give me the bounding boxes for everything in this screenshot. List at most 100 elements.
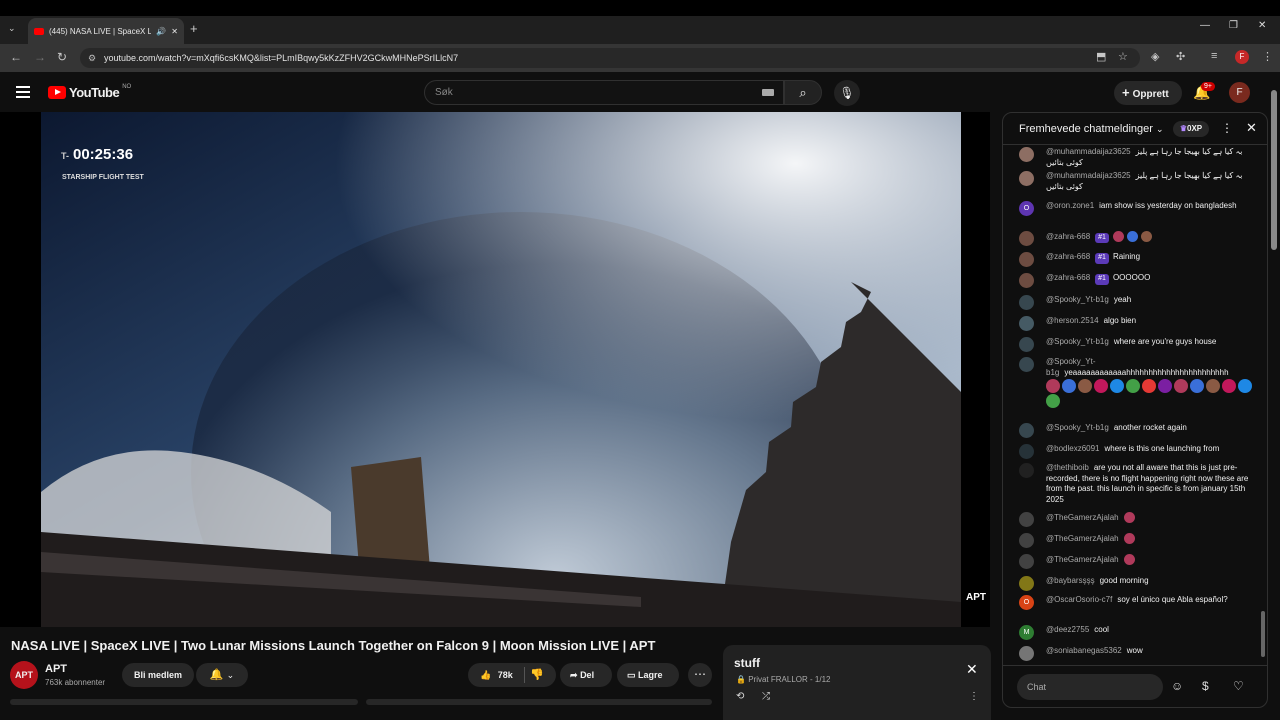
chat-author-name[interactable]: @TheGamerzAjalah: [1046, 534, 1119, 543]
chat-author-name[interactable]: @muhammadaijaz3625: [1046, 171, 1131, 180]
chat-author-avatar[interactable]: [1019, 337, 1034, 352]
save-button[interactable]: ▭ Lagre: [617, 663, 679, 687]
site-info-icon[interactable]: ⚙: [88, 48, 96, 68]
create-button[interactable]: + Opprett: [1114, 81, 1182, 105]
chat-author-avatar[interactable]: [1019, 533, 1034, 548]
audio-icon[interactable]: 🔊: [156, 27, 166, 36]
bookmark-star-icon[interactable]: ☆: [1118, 50, 1128, 63]
chat-author-avatar[interactable]: [1019, 512, 1034, 527]
chat-author-avatar[interactable]: [1019, 171, 1034, 186]
chat-header: Fremhevede chatmeldinger ⌄ ♛0XP ⋮ ✕: [1003, 113, 1267, 145]
more-actions-button[interactable]: ⋯: [688, 663, 712, 687]
youtube-logo[interactable]: YouTube NO: [48, 84, 131, 100]
chat-author-name[interactable]: @zahra-668: [1046, 273, 1090, 282]
chat-author-avatar[interactable]: [1019, 316, 1034, 331]
reload-icon[interactable]: ↻: [57, 50, 67, 64]
chat-author-avatar[interactable]: [1019, 423, 1034, 438]
new-tab-button[interactable]: +: [190, 21, 198, 36]
url-field[interactable]: ⚙ youtube.com/watch?v=mXqfi6csKMQ&list=P…: [80, 48, 1140, 68]
chat-author-avatar[interactable]: [1019, 147, 1034, 162]
member-rank-badge: #1: [1095, 232, 1109, 244]
chat-author-avatar[interactable]: [1019, 231, 1034, 246]
heart-icon[interactable]: ♡: [1233, 679, 1244, 693]
video-frame: [41, 112, 961, 627]
chat-author-name[interactable]: @oron.zone1: [1046, 201, 1094, 210]
page-scroll-thumb[interactable]: [1271, 90, 1277, 250]
puzzle-icon[interactable]: ✣: [1176, 50, 1185, 63]
chat-author-name[interactable]: @baybarsşşş: [1046, 576, 1095, 585]
shuffle-icon[interactable]: ⤮: [762, 691, 770, 702]
chat-author-name[interactable]: @OscarOsorio-c7f: [1046, 595, 1112, 604]
xp-badge[interactable]: ♛0XP: [1173, 121, 1209, 137]
chat-author-avatar[interactable]: M: [1019, 625, 1034, 640]
back-icon[interactable]: ←: [10, 50, 22, 64]
chat-scrollbar[interactable]: [1261, 153, 1265, 663]
chat-more-icon[interactable]: ⋮: [1221, 121, 1233, 135]
page-scrollbar[interactable]: [1270, 80, 1278, 700]
playlist-close-icon[interactable]: ✕: [966, 661, 978, 678]
chat-close-icon[interactable]: ✕: [1246, 120, 1257, 136]
join-button[interactable]: Bli medlem: [122, 663, 194, 687]
window-close-icon[interactable]: ✕: [1258, 20, 1266, 31]
loop-icon[interactable]: ⟲: [736, 691, 744, 702]
chat-author-avatar[interactable]: [1019, 252, 1034, 267]
search-input[interactable]: Søk: [424, 80, 784, 105]
tab-search-icon[interactable]: ⌄: [8, 23, 16, 34]
browser-menu-icon[interactable]: ⋮: [1262, 50, 1273, 63]
super-chat-icon[interactable]: $: [1202, 679, 1209, 693]
chat-emoji-icon: [1123, 554, 1135, 565]
chat-author-name[interactable]: @herson.2514: [1046, 316, 1099, 325]
dislike-icon[interactable]: 👎: [530, 663, 544, 687]
chat-author-name[interactable]: @deez2755: [1046, 625, 1089, 634]
chat-author-avatar[interactable]: [1019, 576, 1034, 591]
video-player[interactable]: T- 00:25:36 STARSHIP FLIGHT TEST APT: [0, 112, 990, 627]
chat-author-name[interactable]: @Spooky_Yt-b1g: [1046, 337, 1109, 346]
chat-author-avatar[interactable]: [1019, 646, 1034, 661]
share-icon: ➦: [570, 670, 578, 680]
chat-author-name[interactable]: @Spooky_Yt-b1g: [1046, 295, 1109, 304]
chat-author-avatar[interactable]: [1019, 295, 1034, 310]
playlist-menu-icon[interactable]: ⋮: [969, 691, 979, 702]
chat-author-avatar[interactable]: [1019, 554, 1034, 569]
chat-author-name[interactable]: @bodlexz6091: [1046, 444, 1100, 453]
chat-author-name[interactable]: @thethiboib: [1046, 463, 1089, 472]
like-icon[interactable]: 👍: [480, 670, 491, 680]
chat-scroll-thumb[interactable]: [1261, 611, 1265, 657]
keyboard-icon[interactable]: [762, 89, 774, 96]
profile-avatar[interactable]: F: [1235, 50, 1249, 64]
chat-author-name[interactable]: @TheGamerzAjalah: [1046, 555, 1119, 564]
emoji-icon[interactable]: ☺: [1171, 679, 1183, 693]
search-button[interactable]: ⌕: [784, 80, 822, 105]
forward-icon[interactable]: →: [34, 50, 46, 64]
menu-icon[interactable]: [16, 86, 30, 98]
chat-author-name[interactable]: @soniabanegas5362: [1046, 646, 1122, 655]
like-dislike-group[interactable]: 👍 78k 👎: [468, 663, 556, 687]
media-control-icon[interactable]: ≡: [1211, 50, 1217, 62]
minimize-icon[interactable]: —: [1200, 20, 1210, 31]
chat-author-name[interactable]: @zahra-668: [1046, 252, 1090, 261]
notification-bell-button[interactable]: 🔔 ⌄: [196, 663, 248, 687]
channel-name[interactable]: APT: [45, 663, 67, 675]
chat-author-name[interactable]: @zahra-668: [1046, 232, 1090, 241]
chat-author-avatar[interactable]: [1019, 444, 1034, 459]
extension-icon[interactable]: ◈: [1151, 50, 1159, 63]
chat-author-name[interactable]: @muhammadaijaz3625: [1046, 147, 1131, 156]
channel-avatar[interactable]: APT: [10, 661, 38, 689]
maximize-icon[interactable]: ❐: [1229, 20, 1238, 31]
chat-author-avatar[interactable]: [1019, 357, 1034, 372]
chat-author-name[interactable]: @Spooky_Yt-b1g: [1046, 423, 1109, 432]
chat-author-avatar[interactable]: [1019, 273, 1034, 288]
chat-author-name[interactable]: @TheGamerzAjalah: [1046, 513, 1119, 522]
voice-search-button[interactable]: 🎙: [834, 80, 860, 106]
chat-author-avatar[interactable]: O: [1019, 595, 1034, 610]
chat-author-avatar[interactable]: O: [1019, 201, 1034, 216]
playlist-title[interactable]: stuff: [734, 656, 760, 670]
browser-tab[interactable]: (445) NASA LIVE | SpaceX LI 🔊 ✕: [28, 18, 184, 44]
chat-mode-dropdown[interactable]: Fremhevede chatmeldinger ⌄: [1019, 123, 1164, 135]
chat-input[interactable]: Chat: [1017, 674, 1163, 700]
tab-close-icon[interactable]: ✕: [171, 27, 178, 36]
account-avatar[interactable]: F: [1229, 82, 1250, 103]
share-button[interactable]: ➦ Del: [560, 663, 612, 687]
install-icon[interactable]: ⬒: [1096, 50, 1106, 63]
chat-author-avatar[interactable]: [1019, 463, 1034, 478]
